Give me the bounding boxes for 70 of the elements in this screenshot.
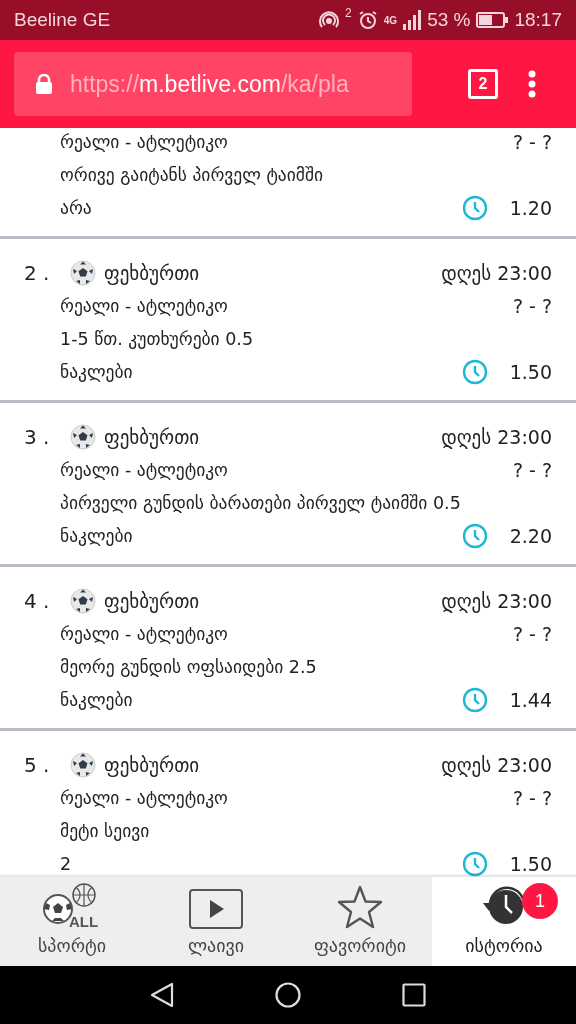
clock-time: 18:17 <box>514 9 562 31</box>
back-icon[interactable] <box>150 982 175 1008</box>
clock-icon <box>461 522 488 549</box>
clock-icon <box>461 686 488 713</box>
battery-icon <box>476 12 509 28</box>
soccer-ball-icon <box>70 751 96 778</box>
nav-tab[interactable]: ლაივი <box>144 877 288 966</box>
hotspot-count: 2 <box>345 6 352 20</box>
bet-market: ორივე გაიტანს პირველ ტაიმში <box>60 164 325 185</box>
match-score: ? - ? <box>512 458 552 481</box>
sport-name: ფეხბურთი <box>104 261 201 284</box>
star-icon <box>337 885 383 929</box>
clock-icon <box>461 194 488 221</box>
bet-selection: ნაკლები <box>60 689 134 710</box>
clock-icon <box>461 358 488 385</box>
bet-odds: 1.50 <box>509 852 552 875</box>
bet-market: მეორე გუნდის ოფსაიდები 2.5 <box>60 656 318 677</box>
bet-market: მეტი სეივი <box>60 820 151 841</box>
bet-number: 3 . <box>24 424 51 449</box>
bet-number: 5 . <box>24 752 51 777</box>
tab-count-button[interactable]: 2 <box>468 69 498 99</box>
nav-tab[interactable]: ALL სპორტი <box>0 877 144 966</box>
play-icon <box>189 889 243 929</box>
match-score: ? - ? <box>512 622 552 645</box>
clock-icon <box>461 850 488 877</box>
sport-name: ფეხბურთი <box>104 589 201 612</box>
bet-selection: ნაკლები <box>60 361 134 382</box>
bet-odds: 1.50 <box>509 360 552 383</box>
bet-odds: 1.20 <box>509 196 552 219</box>
nav-tab[interactable]: ფავორიტი <box>288 877 432 966</box>
soccer-ball-icon <box>70 423 96 450</box>
match-time: დღეს 23:00 <box>441 589 552 612</box>
bet-odds: 2.20 <box>509 524 552 547</box>
match-teams: რეალი - ატლეტიკო <box>60 787 229 808</box>
bet-selection: არა <box>60 197 93 218</box>
soccer-ball-icon <box>70 259 96 286</box>
match-teams: რეალი - ატლეტიკო <box>60 131 229 152</box>
bet-number: 4 . <box>24 588 51 613</box>
match-teams: რეალი - ატლეტიკო <box>60 295 229 316</box>
carrier-name: Beeline GE <box>14 9 112 31</box>
match-score: ? - ? <box>512 130 552 153</box>
soccer-ball-icon <box>70 587 96 614</box>
bet-selection: ნაკლები <box>60 525 134 546</box>
sport-name: ფეხბურთი <box>104 753 201 776</box>
bet-odds: 1.44 <box>509 688 552 711</box>
match-teams: რეალი - ატლეტიკო <box>60 459 229 480</box>
bet-market: პირველი გუნდის ბარათები პირველ ტაიმში 0.5 <box>60 492 462 513</box>
all-text: ALL <box>69 913 99 929</box>
signal-icon <box>403 10 422 30</box>
network-type: 4G <box>383 14 398 26</box>
sport-name: ფეხბურთი <box>104 425 201 448</box>
menu-icon[interactable] <box>528 70 536 98</box>
match-time: დღეს 23:00 <box>441 261 552 284</box>
alarm-icon <box>357 10 378 30</box>
battery-percent: 53 % <box>427 9 471 31</box>
bet-market: 1-5 წთ. კუთხურები 0.5 <box>60 328 255 349</box>
match-score: ? - ? <box>512 294 552 317</box>
lock-icon <box>36 74 52 94</box>
bet-number: 2 . <box>24 260 51 285</box>
match-time: დღეს 23:00 <box>441 425 552 448</box>
match-time: დღეს 23:00 <box>441 753 552 776</box>
match-score: ? - ? <box>512 786 552 809</box>
bet-selection: 2 <box>60 853 73 874</box>
recents-icon[interactable] <box>401 983 426 1007</box>
home-icon[interactable] <box>275 982 301 1008</box>
hotspot-icon <box>319 10 340 30</box>
match-teams: რეალი - ატლეტიკო <box>60 623 229 644</box>
nav-tab[interactable]: ისტორია 1 <box>432 877 576 966</box>
basketball-icon <box>72 883 96 907</box>
notification-badge: 1 <box>522 883 558 919</box>
